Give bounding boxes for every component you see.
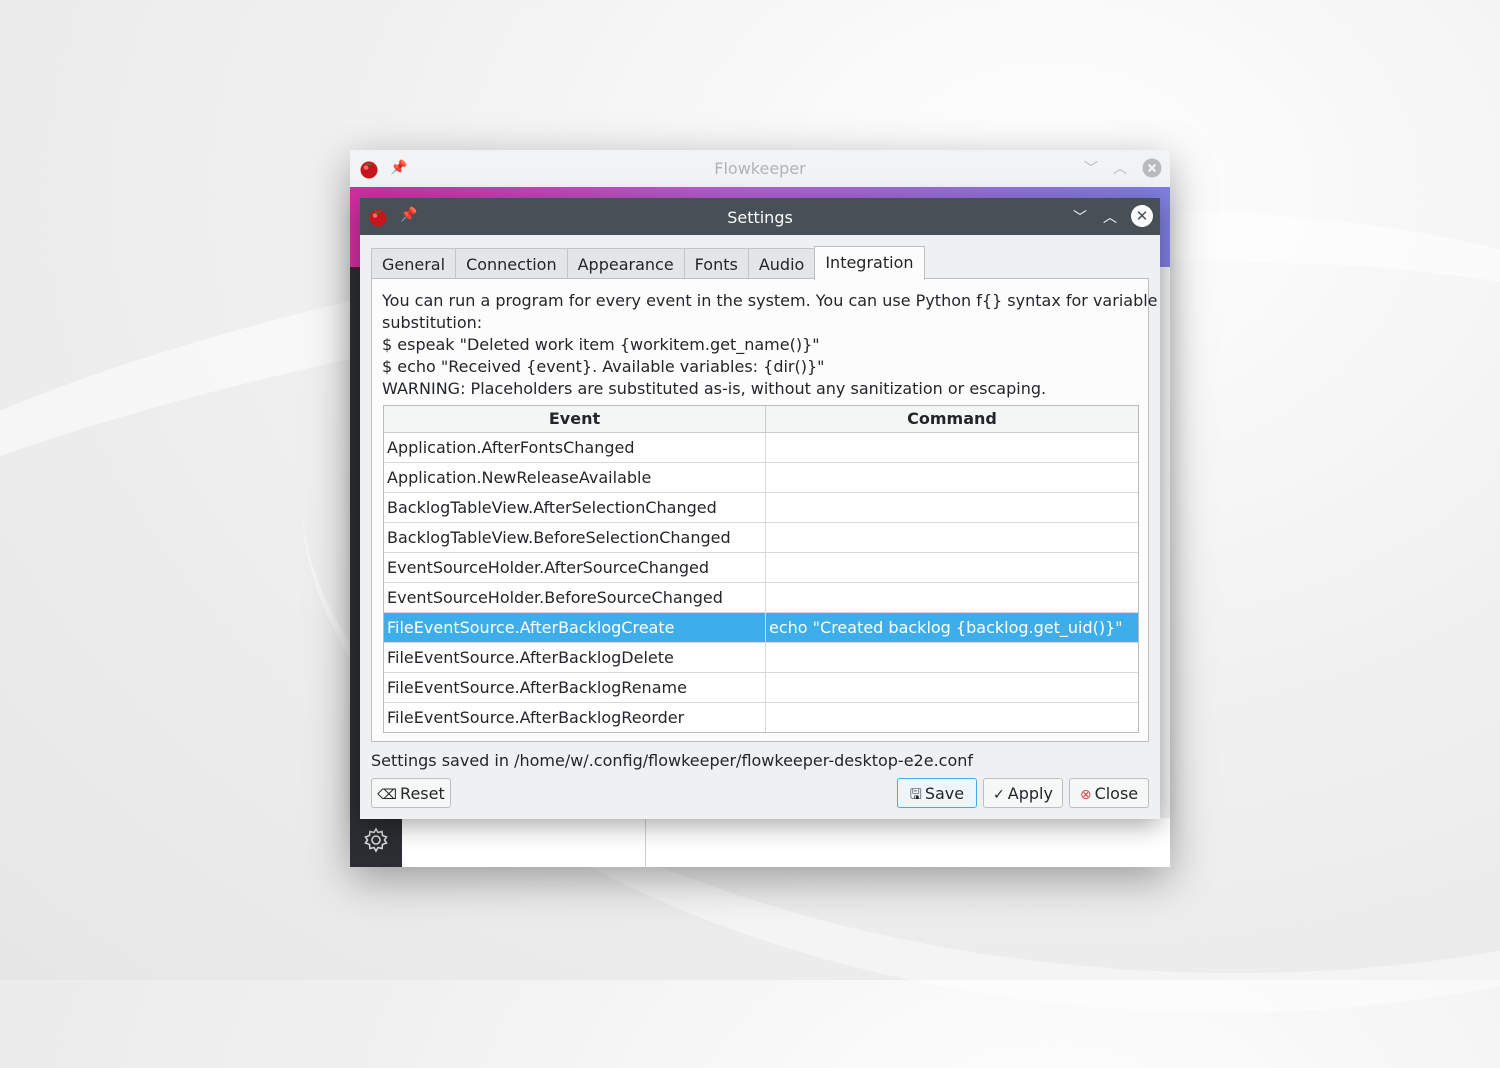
event-cell[interactable]: EventSourceHolder.AfterSourceChanged [384,553,766,582]
table-row[interactable]: FileEventSource.AfterBacklogReorder [384,703,1138,732]
help-line: substitution: [382,313,483,332]
events-table[interactable]: Event Command Application.AfterFontsChan… [383,405,1139,733]
column-header-command[interactable]: Command [766,406,1138,432]
close-circle-icon: ⊗ [1079,787,1092,803]
tab-connection[interactable]: Connection [455,248,568,280]
apply-label: Apply [1007,784,1053,803]
save-label: Save [924,784,965,803]
status-text: Settings saved in /home/w/.config/flowke… [371,751,974,770]
table-row[interactable]: BacklogTableView.BeforeSelectionChanged [384,523,1138,553]
event-cell[interactable]: EventSourceHolder.BeforeSourceChanged [384,583,766,612]
window-title: Flowkeeper [714,159,806,178]
event-cell[interactable]: BacklogTableView.BeforeSelectionChanged [384,523,766,552]
minimize-icon[interactable]: ﹀ [1084,158,1098,178]
column-header-event[interactable]: Event [384,406,766,432]
tab-integration[interactable]: Integration [814,246,925,280]
table-row[interactable]: BacklogTableView.AfterSelectionChanged [384,493,1138,523]
save-button[interactable]: 🖫 Save [897,778,977,808]
event-cell[interactable]: Application.NewReleaseAvailable [384,463,766,492]
command-cell[interactable]: echo "Created backlog {backlog.get_uid()… [766,613,1138,642]
reset-label: Reset [400,784,445,803]
close-button[interactable]: ⊗ Close [1069,778,1149,808]
event-cell[interactable]: FileEventSource.AfterBacklogRename [384,673,766,702]
command-cell[interactable] [766,703,1138,732]
table-row[interactable]: Application.NewReleaseAvailable [384,463,1138,493]
close-icon[interactable] [1142,158,1162,178]
command-cell[interactable] [766,523,1138,552]
help-text: You can run a program for every event in… [382,290,1158,400]
save-icon: 🖫 [909,787,922,803]
close-icon[interactable]: ✕ [1131,205,1153,227]
close-label: Close [1094,784,1139,803]
event-cell[interactable]: FileEventSource.AfterBacklogCreate [384,613,766,642]
command-cell[interactable] [766,583,1138,612]
tab-bar: General Connection Appearance Fonts Audi… [371,246,925,280]
command-cell[interactable] [766,463,1138,492]
tab-general[interactable]: General [371,248,457,280]
backspace-icon: ⌫ [377,787,398,803]
help-line: $ espeak "Deleted work item {workitem.ge… [382,335,820,354]
main-titlebar[interactable]: 📌 Flowkeeper ﹀ ︿ [350,150,1170,188]
table-row[interactable]: FileEventSource.AfterBacklogDelete [384,643,1138,673]
checkmark-icon: ✓ [993,787,1005,803]
event-cell[interactable]: FileEventSource.AfterBacklogReorder [384,703,766,732]
event-cell[interactable]: FileEventSource.AfterBacklogDelete [384,643,766,672]
dialog-title: Settings [727,208,793,227]
maximize-icon[interactable]: ︿ [1113,158,1127,178]
command-cell[interactable] [766,643,1138,672]
command-cell[interactable] [766,553,1138,582]
integration-panel: You can run a program for every event in… [371,278,1158,742]
help-line: $ echo "Received {event}. Available vari… [382,357,825,376]
settings-titlebar[interactable]: 📌 Settings ﹀ ︿ ✕ [360,198,1160,235]
table-row[interactable]: EventSourceHolder.AfterSourceChanged [384,553,1138,583]
settings-dialog: 📌 Settings ﹀ ︿ ✕ General Connection Appe… [360,198,1160,819]
table-row[interactable]: FileEventSource.AfterBacklogRename [384,673,1138,703]
event-cell[interactable]: BacklogTableView.AfterSelectionChanged [384,493,766,522]
table-row[interactable]: Application.AfterFontsChanged [384,433,1138,463]
command-cell[interactable] [766,493,1138,522]
apply-button[interactable]: ✓ Apply [983,778,1063,808]
workitem-list[interactable] [646,818,1170,867]
tab-fonts[interactable]: Fonts [683,248,749,280]
event-cell[interactable]: Application.AfterFontsChanged [384,433,766,462]
reset-button[interactable]: ⌫ Reset [371,778,451,808]
minimize-icon[interactable]: ﹀ [1073,207,1087,227]
maximize-icon[interactable]: ︿ [1103,207,1117,227]
table-row[interactable]: FileEventSource.AfterBacklogCreate echo "… [384,613,1138,643]
settings-gear-icon[interactable] [362,826,390,854]
tab-audio[interactable]: Audio [747,248,816,280]
command-cell[interactable] [766,433,1138,462]
help-line: You can run a program for every event in… [382,291,1158,310]
help-line: WARNING: Placeholders are substituted as… [382,379,1047,398]
table-row[interactable]: EventSourceHolder.BeforeSourceChanged [384,583,1138,613]
command-cell[interactable] [766,673,1138,702]
backlog-list[interactable] [402,818,646,867]
table-body: Application.AfterFontsChanged Application… [384,433,1138,732]
tab-appearance[interactable]: Appearance [566,248,685,280]
table-header: Event Command [384,406,1138,433]
